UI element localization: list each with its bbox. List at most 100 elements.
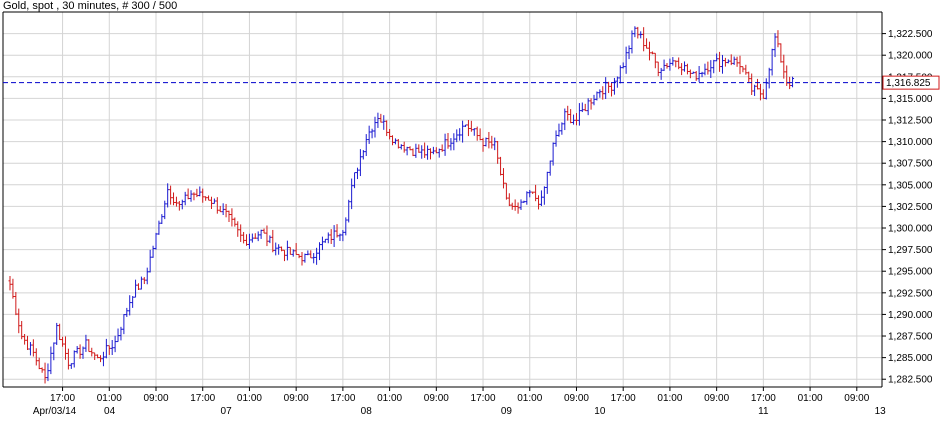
y-tick-label: 1,307.500 bbox=[888, 159, 933, 170]
ohlc-bar bbox=[662, 59, 666, 71]
ohlc-bar bbox=[282, 249, 286, 262]
ohlc-bar bbox=[122, 314, 126, 335]
ohlc-bar bbox=[665, 62, 669, 69]
ohlc-bar bbox=[504, 182, 508, 200]
ohlc-bar bbox=[180, 199, 184, 210]
ohlc-bar bbox=[145, 267, 149, 285]
price-bars bbox=[8, 26, 795, 384]
y-tick-label: 1,312.500 bbox=[888, 116, 933, 127]
x-tick-label: 17:00 bbox=[330, 393, 355, 404]
ohlc-bar bbox=[732, 56, 736, 65]
ohlc-bar bbox=[720, 54, 724, 74]
x-axis-ticks: 17:00 01:00 09:00 17:00 01:00 09:00 17:00 01:00… bbox=[33, 387, 886, 417]
ohlc-bar bbox=[554, 130, 558, 147]
ohlc-bar bbox=[466, 120, 470, 137]
ohlc-bar bbox=[589, 98, 593, 110]
ohlc-bar bbox=[420, 145, 424, 159]
ohlc-bar bbox=[312, 253, 316, 264]
y-tick-label: 1,300.000 bbox=[888, 224, 933, 235]
ohlc-bar bbox=[557, 123, 561, 137]
ohlc-bar bbox=[685, 63, 689, 75]
ohlc-bar bbox=[49, 346, 53, 375]
ohlc-bar bbox=[379, 113, 383, 123]
ohlc-bar bbox=[58, 323, 62, 341]
ohlc-bar bbox=[715, 53, 719, 62]
y-tick-label: 1,320.000 bbox=[888, 51, 933, 62]
ohlc-bar bbox=[154, 232, 158, 250]
ohlc-bar bbox=[215, 197, 219, 214]
ohlc-bar bbox=[139, 276, 143, 290]
ohlc-bar bbox=[204, 196, 208, 201]
ohlc-bar bbox=[761, 89, 765, 99]
ohlc-bar bbox=[344, 217, 348, 236]
ohlc-bar bbox=[650, 51, 654, 55]
ohlc-bar bbox=[569, 109, 573, 124]
ohlc-bar bbox=[601, 86, 605, 100]
x-tick-label: 01:00 bbox=[97, 393, 122, 404]
ohlc-bar bbox=[169, 185, 173, 205]
ohlc-bar bbox=[408, 146, 412, 151]
y-tick-label: 1,297.500 bbox=[888, 245, 933, 256]
ohlc-bar bbox=[131, 296, 135, 308]
ohlc-bar bbox=[101, 351, 105, 367]
x-tick-label: 17:00 bbox=[50, 393, 75, 404]
ohlc-bar bbox=[464, 124, 468, 127]
ohlc-bar bbox=[723, 57, 727, 67]
ohlc-bar bbox=[104, 338, 108, 359]
ohlc-bar bbox=[537, 195, 541, 210]
ohlc-bar bbox=[315, 247, 319, 265]
ohlc-bar bbox=[341, 230, 345, 242]
ohlc-bar bbox=[580, 102, 584, 113]
ohlc-bar bbox=[443, 133, 447, 156]
ohlc-bar bbox=[627, 45, 631, 60]
ohlc-bar bbox=[598, 89, 602, 98]
ohlc-bar bbox=[338, 233, 342, 242]
ohlc-bar bbox=[320, 236, 324, 251]
x-date-label: 11 bbox=[758, 406, 769, 417]
ohlc-bar bbox=[253, 233, 257, 239]
ohlc-bar bbox=[233, 217, 237, 227]
ohlc-bar bbox=[227, 210, 231, 223]
ohlc-bar bbox=[592, 94, 596, 106]
ohlc-bar bbox=[239, 224, 243, 242]
ohlc-bar bbox=[659, 67, 663, 80]
ohlc-bar bbox=[329, 229, 333, 244]
ohlc-bar bbox=[455, 129, 459, 143]
ohlc-bar bbox=[388, 128, 392, 140]
ohlc-bar bbox=[40, 367, 44, 373]
ohlc-bar bbox=[236, 221, 240, 237]
ohlc-bar bbox=[499, 156, 503, 176]
ohlc-bar bbox=[335, 224, 339, 238]
ohlc-bar bbox=[618, 65, 622, 84]
ohlc-bar bbox=[490, 135, 494, 149]
ohlc-bar bbox=[256, 231, 260, 242]
ohlc-bar bbox=[738, 55, 742, 75]
ohlc-bar bbox=[674, 60, 678, 68]
ohlc-bar bbox=[709, 60, 713, 78]
y-tick-label: 1,322.500 bbox=[888, 29, 933, 40]
ohlc-bar bbox=[61, 336, 65, 347]
ohlc-bar bbox=[545, 171, 549, 194]
ohlc-bar bbox=[209, 196, 213, 210]
x-tick-label: 09:00 bbox=[284, 393, 309, 404]
ohlc-bar bbox=[72, 350, 76, 368]
y-tick-label: 1,305.000 bbox=[888, 180, 933, 191]
ohlc-bar bbox=[396, 139, 400, 149]
ohlc-bar bbox=[525, 191, 529, 205]
ohlc-bar bbox=[382, 115, 386, 130]
ohlc-bar bbox=[791, 76, 795, 88]
ohlc-bar bbox=[110, 339, 114, 355]
x-tick-label: 01:00 bbox=[657, 393, 682, 404]
ohlc-bar bbox=[309, 250, 313, 259]
ohlc-bar bbox=[770, 48, 774, 76]
ohlc-bar bbox=[326, 232, 330, 244]
ohlc-bar bbox=[566, 105, 570, 121]
ohlc-bar bbox=[440, 144, 444, 152]
ohlc-bar bbox=[697, 66, 701, 83]
ohlc-bar bbox=[119, 326, 123, 341]
ohlc-bar bbox=[11, 278, 15, 299]
ohlc-bar bbox=[478, 128, 482, 141]
ohlc-bar bbox=[729, 54, 733, 66]
ohlc-bar bbox=[43, 362, 47, 384]
ohlc-bar bbox=[268, 235, 272, 244]
